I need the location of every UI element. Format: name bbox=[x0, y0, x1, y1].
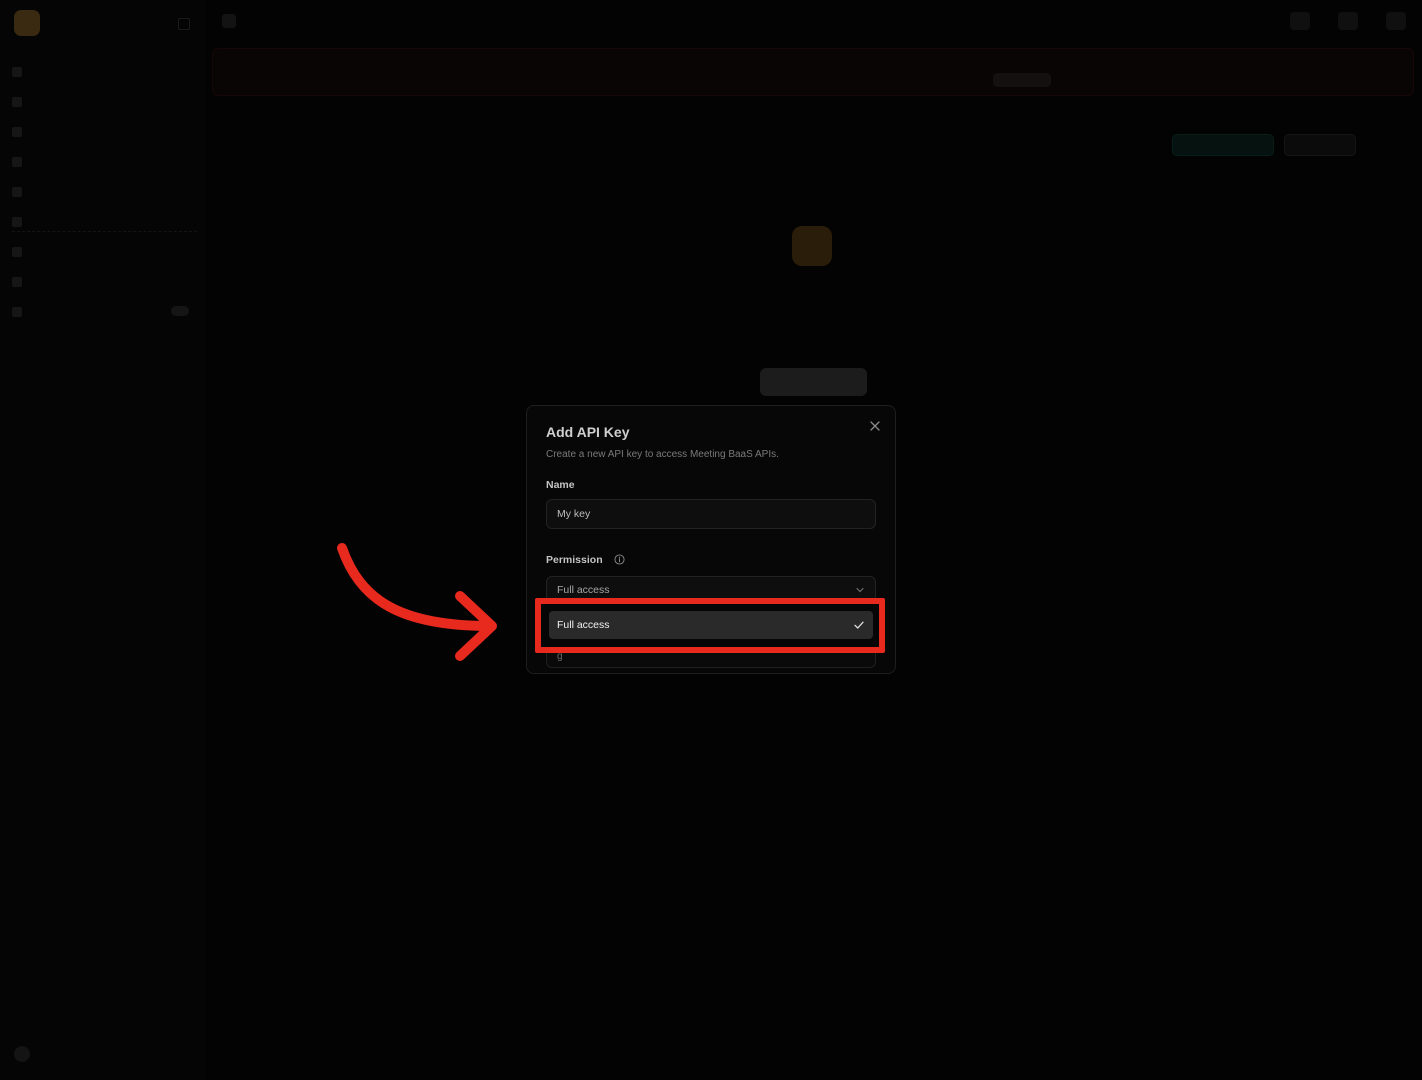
sidebar-item-4[interactable] bbox=[12, 153, 197, 171]
avatar bbox=[14, 1046, 30, 1062]
empty-state-button[interactable] bbox=[760, 368, 867, 396]
top-action-button[interactable] bbox=[1386, 12, 1406, 30]
docs-button[interactable] bbox=[1172, 134, 1274, 156]
nav-icon bbox=[12, 217, 22, 227]
nav-icon bbox=[12, 157, 22, 167]
app-window: Add API Key Create a new API key to acce… bbox=[0, 0, 1422, 1080]
top-actions bbox=[1290, 12, 1406, 30]
sidebar-item-7[interactable] bbox=[12, 243, 197, 261]
close-icon[interactable] bbox=[869, 420, 881, 432]
sidebar bbox=[0, 0, 205, 1080]
nav-icon bbox=[12, 307, 22, 317]
sidebar-user-menu[interactable] bbox=[14, 1044, 194, 1064]
alert-banner bbox=[212, 48, 1414, 96]
sidebar-item-3[interactable] bbox=[12, 123, 197, 141]
sidebar-item-1[interactable] bbox=[12, 63, 197, 81]
nav-icon bbox=[12, 127, 22, 137]
sidebar-toggle-icon[interactable] bbox=[222, 14, 236, 28]
nav-icon bbox=[12, 97, 22, 107]
top-action-button[interactable] bbox=[1290, 12, 1310, 30]
name-input[interactable] bbox=[546, 499, 876, 529]
permission-select-value: Full access bbox=[557, 584, 610, 596]
dialog-description: Create a new API key to access Meeting B… bbox=[546, 449, 779, 460]
nav-icon bbox=[12, 277, 22, 287]
sidebar-item-8[interactable] bbox=[12, 273, 197, 291]
permission-label: Permission bbox=[546, 554, 603, 566]
name-label: Name bbox=[546, 479, 575, 491]
nav-badge bbox=[171, 306, 189, 316]
nav-icon bbox=[12, 187, 22, 197]
banner-action-button[interactable] bbox=[993, 73, 1051, 87]
nav-icon bbox=[12, 247, 22, 257]
sidebar-item-2[interactable] bbox=[12, 93, 197, 111]
dropdown-option-full-access[interactable]: Full access bbox=[549, 611, 873, 639]
app-logo bbox=[14, 10, 40, 36]
sidebar-item-6[interactable] bbox=[12, 213, 197, 232]
nav-icon bbox=[12, 67, 22, 77]
permission-label-row: Permission bbox=[546, 554, 625, 566]
option-label: Full access bbox=[557, 619, 610, 631]
info-icon[interactable] bbox=[613, 554, 625, 565]
top-action-button[interactable] bbox=[1338, 12, 1358, 30]
sidebar-item-9[interactable] bbox=[12, 303, 197, 321]
empty-state-icon bbox=[792, 226, 832, 266]
sidebar-item-5[interactable] bbox=[12, 183, 197, 201]
check-icon bbox=[854, 621, 864, 629]
chevron-down-icon bbox=[856, 587, 864, 593]
dialog-title: Add API Key bbox=[546, 424, 630, 440]
annotation-arrow bbox=[337, 543, 497, 661]
sidebar-collapse-icon[interactable] bbox=[178, 18, 190, 30]
create-button[interactable] bbox=[1284, 134, 1356, 156]
